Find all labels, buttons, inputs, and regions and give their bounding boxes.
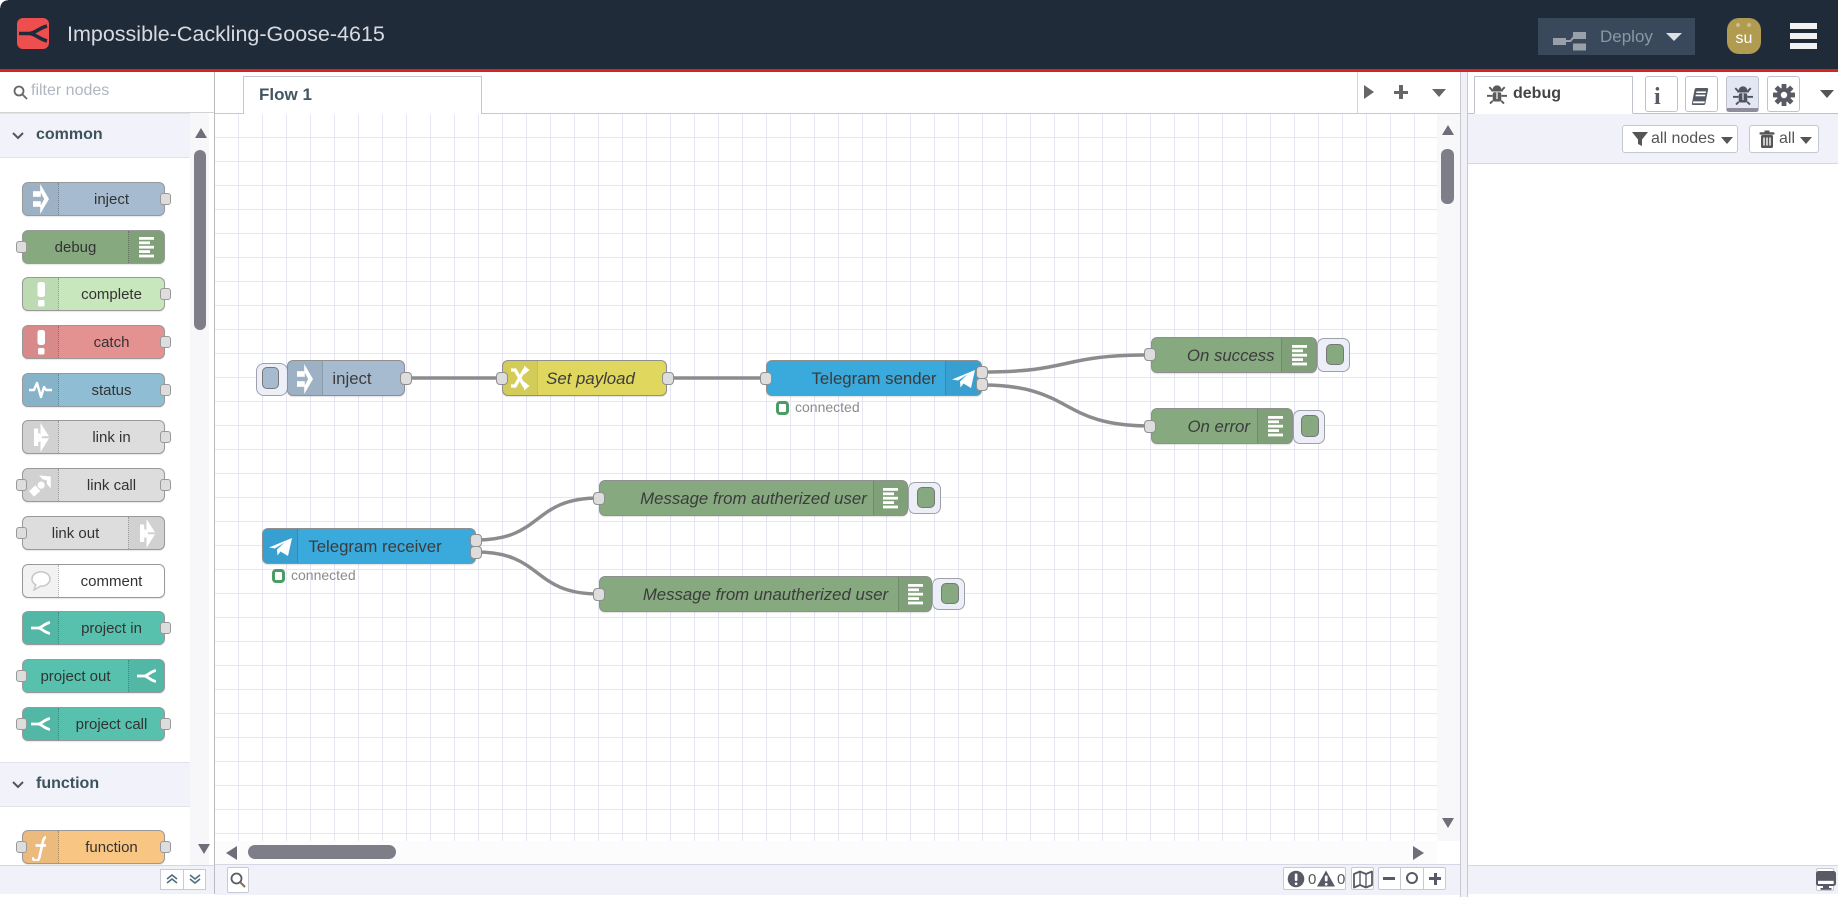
svg-text:i: i [1654,84,1661,106]
